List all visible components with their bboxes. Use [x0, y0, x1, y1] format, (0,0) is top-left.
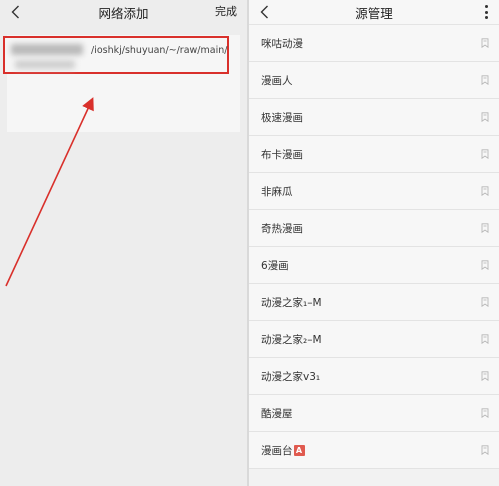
bookmark-icon[interactable] — [481, 38, 489, 48]
chevron-left-icon — [260, 5, 268, 19]
source-management-screen: 源管理 咪咕动漫漫画人极速漫画布卡漫画非麻瓜奇热漫画 6漫画动漫之家₁–M 动漫之家… — [249, 0, 499, 486]
chevron-left-icon — [11, 5, 19, 19]
redacted-blur — [15, 60, 75, 69]
bookmark-icon[interactable] — [481, 75, 489, 85]
source-item[interactable]: 动漫之家₂–M — [249, 321, 499, 358]
source-item[interactable]: 布卡漫画 — [249, 136, 499, 173]
source-item[interactable]: 酷漫屋 — [249, 395, 499, 432]
url-text: /ioshkj/shuyuan/~/raw/main/ — [91, 45, 228, 56]
bookmark-icon[interactable] — [481, 223, 489, 233]
page-title: 网络添加 — [98, 5, 149, 21]
bookmark-icon[interactable] — [481, 260, 489, 270]
bookmark-icon[interactable] — [481, 371, 489, 381]
source-item[interactable]: 动漫之家₁–M — [249, 284, 499, 321]
bookmark-icon[interactable] — [481, 297, 489, 307]
badge-a-icon: A — [293, 444, 305, 456]
source-item-label: 动漫之家₂–M — [261, 333, 322, 346]
source-item-label: 6漫画 — [261, 259, 289, 272]
top-bar: 源管理 — [249, 0, 499, 25]
source-item-label: 奇热漫画 — [261, 222, 303, 235]
source-item-label: 动漫之家v3₁ — [261, 370, 321, 383]
source-item-label: 极速漫画 — [261, 111, 303, 124]
source-item[interactable]: 咪咕动漫 — [249, 25, 499, 62]
network-add-screen: 网络添加 完成 /ioshkj/shuyuan/~/raw/main/ — [0, 0, 247, 486]
source-item[interactable]: 漫画台 A — [249, 432, 499, 469]
page-title: 源管理 — [355, 5, 393, 21]
url-input-field[interactable]: /ioshkj/shuyuan/~/raw/main/ — [3, 36, 229, 74]
source-item-label: 漫画人 — [261, 74, 293, 87]
source-item[interactable]: 奇热漫画 — [249, 210, 499, 247]
source-item-label: 酷漫屋 — [261, 407, 293, 420]
source-item[interactable]: 动漫之家v3₁ — [249, 358, 499, 395]
bookmark-icon[interactable] — [481, 149, 489, 159]
bookmark-icon[interactable] — [481, 408, 489, 418]
source-item[interactable]: 漫画人 — [249, 62, 499, 99]
source-item[interactable]: 6漫画 — [249, 247, 499, 284]
top-bar: 网络添加 完成 — [0, 0, 247, 24]
source-item-label: 漫画台 — [261, 444, 293, 457]
source-item-label: 布卡漫画 — [261, 148, 303, 161]
bookmark-icon[interactable] — [481, 186, 489, 196]
source-item[interactable]: 极速漫画 — [249, 99, 499, 136]
source-item[interactable]: 非麻瓜 — [249, 173, 499, 210]
more-vertical-icon — [484, 4, 488, 20]
back-button[interactable] — [6, 0, 24, 24]
more-menu-button[interactable] — [479, 0, 493, 24]
source-item-label: 咪咕动漫 — [261, 37, 303, 50]
bookmark-icon[interactable] — [481, 112, 489, 122]
redacted-blur — [11, 44, 83, 55]
source-item-label: 动漫之家₁–M — [261, 296, 322, 309]
bookmark-icon[interactable] — [481, 334, 489, 344]
back-button[interactable] — [255, 0, 273, 24]
bookmark-icon[interactable] — [481, 445, 489, 455]
source-list: 咪咕动漫漫画人极速漫画布卡漫画非麻瓜奇热漫画 6漫画动漫之家₁–M 动漫之家₂–M 动… — [249, 25, 499, 469]
source-item-label: 非麻瓜 — [261, 185, 293, 198]
done-button[interactable]: 完成 — [215, 0, 237, 24]
